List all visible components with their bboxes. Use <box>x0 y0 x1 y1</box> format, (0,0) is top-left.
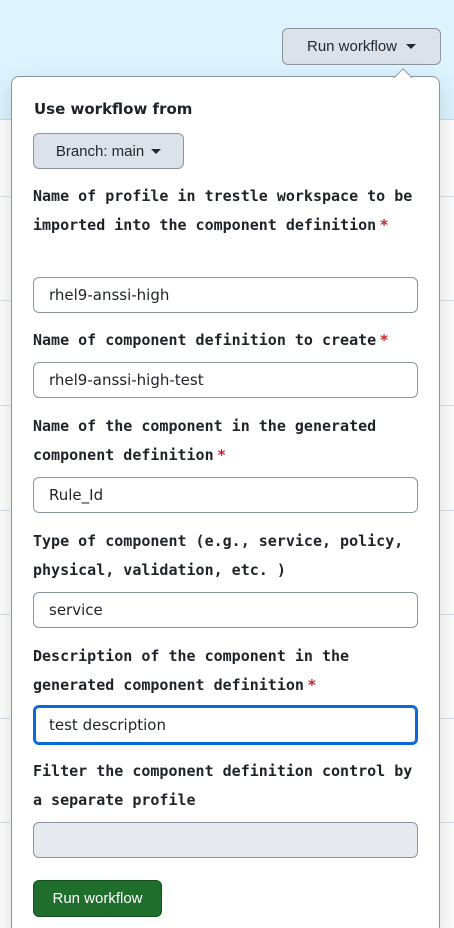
required-marker: * <box>217 446 226 464</box>
field-label-component-type: Type of component (e.g., service, policy… <box>33 527 428 585</box>
field-label-text: Filter the component definition control … <box>33 762 413 809</box>
field-label-component-description: Description of the component in the gene… <box>33 642 428 700</box>
required-marker: * <box>380 331 389 349</box>
field-label-text: Type of component (e.g., service, policy… <box>33 532 404 579</box>
field-label-text: Description of the component in the gene… <box>33 647 350 694</box>
field-label-component-definition-name: Name of component definition to create * <box>33 326 428 355</box>
required-marker: * <box>380 216 389 234</box>
component-description-input[interactable] <box>33 705 418 745</box>
caret-down-icon <box>151 148 162 154</box>
profile-name-input[interactable] <box>33 277 418 313</box>
field-label-profile-name: Name of profile in trestle workspace to … <box>33 182 428 240</box>
run-workflow-dropdown-button[interactable]: Run workflow <box>282 28 441 65</box>
field-label-filter-profile: Filter the component definition control … <box>33 757 428 815</box>
branch-select-button[interactable]: Branch: main <box>33 133 184 169</box>
filter-profile-input[interactable] <box>33 822 418 858</box>
component-name-input[interactable] <box>33 477 418 513</box>
popover-arrow <box>393 66 413 78</box>
component-definition-name-input[interactable] <box>33 362 418 398</box>
run-workflow-label: Run workflow <box>306 38 398 55</box>
field-label-text: Name of component definition to create <box>33 331 377 349</box>
branch-label: Branch: main <box>55 142 145 160</box>
component-type-input[interactable] <box>33 592 418 628</box>
use-workflow-from-heading: Use workflow from <box>34 100 193 118</box>
caret-down-icon <box>406 44 417 49</box>
field-label-text: Name of the component in the generated c… <box>33 417 377 464</box>
field-label-text: Name of profile in trestle workspace to … <box>33 187 413 234</box>
field-label-component-name: Name of the component in the generated c… <box>33 412 428 470</box>
run-workflow-submit-button[interactable]: Run workflow <box>33 880 162 917</box>
required-marker: * <box>307 676 316 694</box>
